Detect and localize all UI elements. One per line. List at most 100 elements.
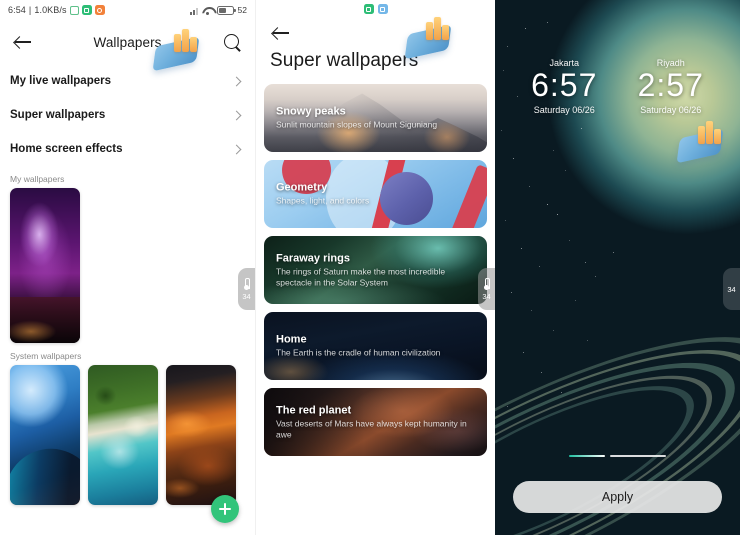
star bbox=[539, 266, 540, 267]
card-subtitle: The Earth is the cradle of human civiliz… bbox=[276, 347, 441, 358]
menu-item-home-screen-effects[interactable]: Home screen effects bbox=[0, 132, 255, 166]
menu-item-label: Home screen effects bbox=[10, 143, 123, 155]
star bbox=[513, 158, 515, 160]
star bbox=[613, 252, 614, 253]
clock-jakarta[interactable]: Jakarta 6:57 Saturday 06/26 bbox=[531, 58, 597, 115]
clock-city: Jakarta bbox=[549, 58, 579, 68]
clock-date: Saturday 06/26 bbox=[640, 104, 702, 115]
star bbox=[531, 310, 533, 312]
menu-item-label: Super wallpapers bbox=[10, 109, 106, 121]
star bbox=[521, 248, 522, 249]
status-bar-left: 6:54 | 1.0KB/s bbox=[8, 5, 105, 15]
screen-super-wallpapers: Super wallpapers Snowy peaks Sunlit moun… bbox=[255, 0, 495, 535]
star bbox=[581, 128, 582, 129]
star bbox=[547, 204, 548, 205]
apply-button[interactable]: Apply bbox=[513, 481, 722, 513]
star bbox=[575, 300, 576, 301]
star bbox=[501, 130, 503, 132]
status-bar: 6:54 | 1.0KB/s 52 bbox=[0, 0, 255, 20]
back-arrow-icon[interactable] bbox=[270, 22, 292, 44]
card-the-red-planet[interactable]: The red planet Vast deserts of Mars have… bbox=[264, 388, 487, 456]
battery-percent: 52 bbox=[237, 5, 247, 15]
temperature-value: 34 bbox=[242, 291, 251, 301]
card-geometry[interactable]: Geometry Shapes, light, and colors bbox=[264, 160, 487, 228]
star bbox=[547, 22, 548, 23]
green-app-icon bbox=[81, 5, 92, 15]
thermometer-icon bbox=[483, 277, 491, 291]
page-indicator-segment-active[interactable] bbox=[569, 454, 605, 457]
page-title: Super wallpapers bbox=[270, 50, 419, 71]
card-faraway-rings[interactable]: Faraway rings The rings of Saturn make t… bbox=[264, 236, 487, 304]
temperature-badge[interactable]: 34 bbox=[723, 268, 740, 310]
screenshot-root: 6:54 | 1.0KB/s 52 Wallpapers My live wal… bbox=[0, 0, 740, 535]
chevron-right-icon bbox=[231, 76, 242, 86]
back-arrow-icon[interactable] bbox=[12, 31, 34, 53]
status-separator: | bbox=[28, 5, 32, 15]
status-time: 6:54 bbox=[8, 5, 26, 15]
app-bar: Wallpapers bbox=[0, 20, 255, 72]
wallpaper-thumb-galaxy[interactable] bbox=[10, 188, 80, 343]
green-app-icon bbox=[363, 4, 374, 14]
star bbox=[553, 150, 554, 151]
card-subtitle: Sunlit mountain slopes of Mount Sigunian… bbox=[276, 119, 438, 130]
signal-icon bbox=[189, 6, 198, 15]
page-indicator[interactable] bbox=[495, 454, 740, 457]
card-title: Home bbox=[276, 333, 307, 346]
wallpaper-thumb-orange-dunes[interactable] bbox=[166, 365, 236, 505]
search-icon[interactable] bbox=[221, 31, 243, 53]
temperature-value: 34 bbox=[482, 291, 491, 301]
temperature-badge[interactable]: 34 bbox=[478, 268, 495, 310]
star bbox=[595, 276, 596, 277]
page-title: Wallpapers bbox=[93, 34, 162, 50]
star bbox=[553, 330, 554, 331]
section-label-system-wallpapers: System wallpapers bbox=[10, 351, 82, 361]
star bbox=[505, 220, 506, 221]
screen-wallpapers-list: 6:54 | 1.0KB/s 52 Wallpapers My live wal… bbox=[0, 0, 255, 535]
dual-clock-widget: Jakarta 6:57 Saturday 06/26 Riyadh 2:57 … bbox=[495, 58, 740, 115]
menu-item-my-live-wallpapers[interactable]: My live wallpapers bbox=[0, 64, 255, 98]
card-subtitle: Shapes, light, and colors bbox=[276, 195, 370, 206]
star bbox=[529, 186, 530, 187]
super-wallpaper-card-list: Snowy peaks Sunlit mountain slopes of Mo… bbox=[256, 84, 495, 456]
clock-date: Saturday 06/26 bbox=[533, 104, 595, 115]
status-network-speed: 1.0KB/s bbox=[34, 5, 67, 15]
status-bar bbox=[256, 0, 495, 18]
my-wallpapers-row bbox=[0, 188, 255, 343]
temperature-value: 34 bbox=[727, 285, 736, 294]
wallpaper-thumb-blue-abstract[interactable] bbox=[10, 365, 80, 505]
card-snowy-peaks[interactable]: Snowy peaks Sunlit mountain slopes of Mo… bbox=[264, 84, 487, 152]
star bbox=[525, 28, 527, 30]
menu-item-super-wallpapers[interactable]: Super wallpapers bbox=[0, 98, 255, 132]
star bbox=[585, 262, 587, 264]
clock-riyadh[interactable]: Riyadh 2:57 Saturday 06/26 bbox=[638, 58, 704, 115]
card-title: The red planet bbox=[276, 404, 352, 417]
star bbox=[565, 170, 566, 171]
card-title: Snowy peaks bbox=[276, 105, 346, 118]
screen-wallpaper-preview: Jakarta 6:57 Saturday 06/26 Riyadh 2:57 … bbox=[495, 0, 740, 535]
battery-icon bbox=[216, 5, 236, 15]
menu-item-label: My live wallpapers bbox=[10, 75, 111, 87]
star bbox=[511, 292, 512, 293]
star bbox=[587, 340, 588, 341]
card-title: Geometry bbox=[276, 181, 328, 194]
card-home[interactable]: Home The Earth is the cradle of human ci… bbox=[264, 312, 487, 380]
card-title: Faraway rings bbox=[276, 252, 350, 265]
chevron-right-icon bbox=[231, 144, 242, 154]
star bbox=[541, 372, 542, 373]
app-bar bbox=[256, 17, 495, 60]
clock-time: 6:57 bbox=[531, 67, 598, 103]
clock-city: Riyadh bbox=[656, 58, 685, 68]
add-wallpaper-button[interactable] bbox=[211, 495, 239, 523]
star bbox=[507, 46, 509, 48]
wallpaper-thumb-tropical-coast[interactable] bbox=[88, 365, 158, 505]
status-bar-right: 52 bbox=[189, 5, 247, 15]
thermometer-icon bbox=[243, 277, 251, 291]
wifi-icon bbox=[202, 6, 213, 15]
blue-app-icon bbox=[377, 4, 388, 14]
star bbox=[523, 352, 524, 353]
page-indicator-segment[interactable] bbox=[610, 454, 666, 457]
section-label-my-wallpapers: My wallpapers bbox=[10, 174, 65, 184]
shield-icon bbox=[69, 5, 79, 15]
star bbox=[557, 214, 558, 215]
temperature-badge[interactable]: 34 bbox=[238, 268, 255, 310]
